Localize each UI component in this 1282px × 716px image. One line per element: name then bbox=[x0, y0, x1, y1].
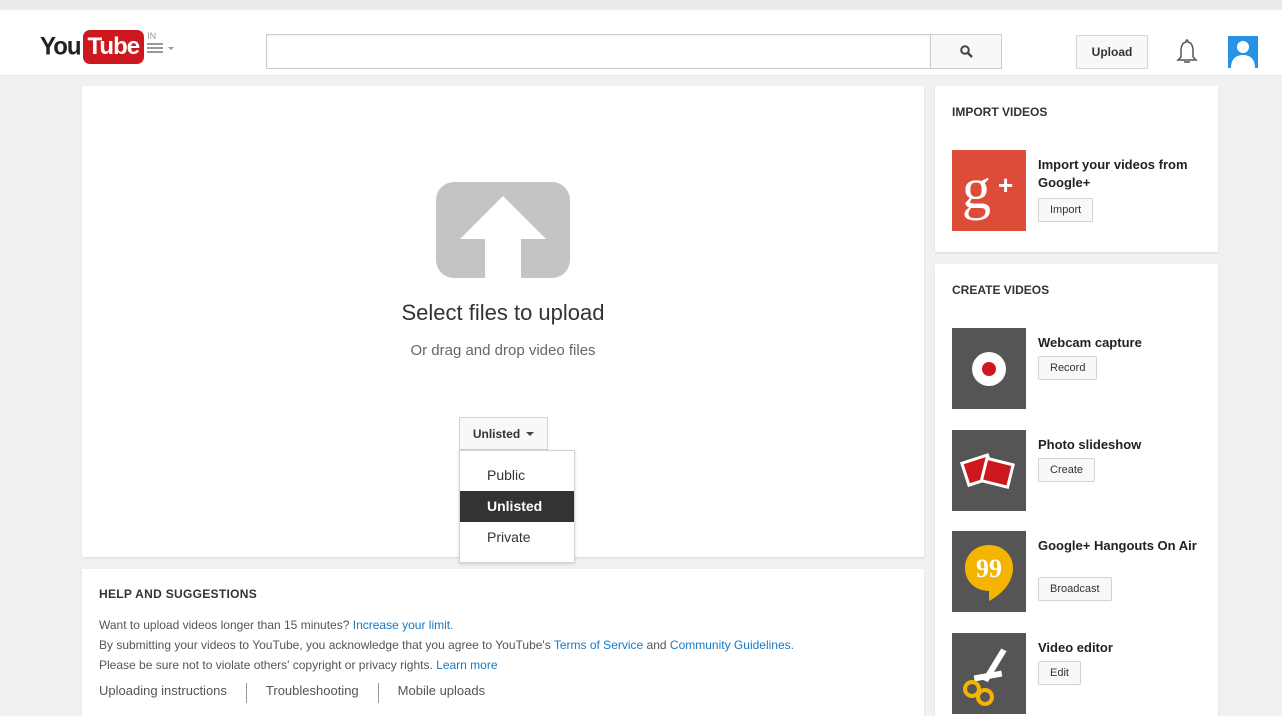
svg-text:g: g bbox=[962, 156, 991, 221]
photo-slideshow-item: Photo slideshow Create bbox=[952, 430, 1212, 512]
divider bbox=[377, 683, 379, 703]
webcam-capture-item: Webcam capture Record bbox=[952, 328, 1212, 410]
help-links: Uploading instructions Troubleshooting M… bbox=[99, 683, 924, 703]
upload-panel: Select files to upload Or drag and drop … bbox=[82, 86, 924, 563]
search-icon bbox=[959, 45, 973, 58]
user-icon bbox=[1231, 41, 1255, 68]
privacy-option-public[interactable]: Public bbox=[460, 460, 574, 491]
import-label: Import your videos from Google+ bbox=[1038, 157, 1188, 190]
learn-more-link[interactable]: Learn more bbox=[436, 658, 497, 672]
increase-limit-link[interactable]: Increase your limit. bbox=[353, 618, 454, 632]
mobile-uploads-link[interactable]: Mobile uploads bbox=[398, 683, 485, 703]
svg-text:+: + bbox=[998, 170, 1013, 200]
help-title: HELP AND SUGGESTIONS bbox=[99, 587, 258, 601]
help-line-terms: By submitting your videos to YouTube, yo… bbox=[99, 635, 924, 655]
privacy-dropdown-button[interactable]: Unlisted bbox=[459, 417, 548, 450]
help-text: Please be sure not to violate others' co… bbox=[99, 658, 433, 672]
logo-you-text: You bbox=[40, 32, 82, 61]
bell-icon bbox=[1176, 39, 1198, 63]
troubleshooting-link[interactable]: Troubleshooting bbox=[266, 683, 359, 703]
help-line-copyright: Please be sure not to violate others' co… bbox=[99, 655, 924, 675]
video-editor-label: Video editor bbox=[1038, 640, 1113, 655]
photo-slideshow-label: Photo slideshow bbox=[1038, 437, 1142, 452]
avatar[interactable] bbox=[1228, 36, 1258, 68]
import-videos-panel: IMPORT VIDEOS g + Import your videos fro… bbox=[935, 86, 1218, 252]
logo-tube-text: Tube bbox=[82, 30, 145, 64]
uploading-instructions-link[interactable]: Uploading instructions bbox=[99, 683, 227, 703]
video-editor-item: Video editor Edit bbox=[952, 633, 1212, 715]
broadcast-button[interactable]: Broadcast bbox=[1038, 577, 1112, 601]
hangouts-on-air-label: Google+ Hangouts On Air bbox=[1038, 538, 1197, 553]
upload-title: Select files to upload bbox=[401, 300, 605, 325]
privacy-selected-label: Unlisted bbox=[472, 426, 521, 441]
divider bbox=[245, 683, 247, 703]
record-button[interactable]: Record bbox=[1038, 356, 1098, 380]
privacy-menu: Public Unlisted Private bbox=[459, 450, 575, 563]
hangouts-on-air-item: 99 Google+ Hangouts On Air Broadcast bbox=[952, 531, 1212, 613]
help-text: and bbox=[646, 638, 667, 652]
svg-text:99: 99 bbox=[976, 554, 1002, 583]
google-plus-icon: g + bbox=[952, 150, 1026, 231]
photos-icon bbox=[952, 430, 1026, 511]
privacy-option-unlisted[interactable]: Unlisted bbox=[460, 491, 574, 522]
help-panel: HELP AND SUGGESTIONS Want to upload vide… bbox=[82, 569, 924, 716]
import-button[interactable]: Import bbox=[1038, 198, 1094, 222]
import-videos-title: IMPORT VIDEOS bbox=[952, 105, 1048, 119]
upload-drop-target[interactable] bbox=[436, 182, 570, 278]
scissors-icon bbox=[952, 633, 1026, 714]
record-icon bbox=[952, 328, 1026, 409]
help-text: Want to upload videos longer than 15 min… bbox=[99, 618, 350, 632]
privacy-option-private[interactable]: Private bbox=[460, 522, 574, 553]
chevron-down-icon bbox=[168, 47, 174, 50]
upload-arrow-icon bbox=[436, 182, 570, 278]
create-button[interactable]: Create bbox=[1038, 458, 1096, 482]
create-videos-title: CREATE VIDEOS bbox=[952, 283, 1050, 297]
community-guidelines-link[interactable]: Community Guidelines. bbox=[670, 638, 794, 652]
import-google-plus-item: g + Import your videos from Google+ Impo… bbox=[952, 150, 1212, 232]
notifications-button[interactable] bbox=[1176, 37, 1198, 67]
upload-subtitle: Or drag and drop video files bbox=[410, 342, 596, 359]
terms-of-service-link[interactable]: Terms of Service bbox=[554, 638, 643, 652]
hangouts-icon: 99 bbox=[952, 531, 1026, 612]
masthead: You Tube IN Upload bbox=[0, 0, 1282, 76]
chevron-down-icon bbox=[526, 431, 535, 436]
upload-button[interactable]: Upload bbox=[1076, 35, 1148, 69]
create-videos-panel: CREATE VIDEOS Webcam capture Record Phot… bbox=[935, 264, 1218, 716]
edit-button[interactable]: Edit bbox=[1038, 661, 1081, 685]
guide-menu-button[interactable] bbox=[147, 40, 175, 56]
youtube-logo[interactable]: You Tube IN bbox=[40, 30, 156, 64]
help-line-limit: Want to upload videos longer than 15 min… bbox=[99, 615, 924, 635]
search-input[interactable] bbox=[266, 34, 930, 69]
help-text: By submitting your videos to YouTube, yo… bbox=[99, 638, 551, 652]
search-button[interactable] bbox=[930, 34, 1002, 69]
webcam-capture-label: Webcam capture bbox=[1038, 335, 1142, 350]
